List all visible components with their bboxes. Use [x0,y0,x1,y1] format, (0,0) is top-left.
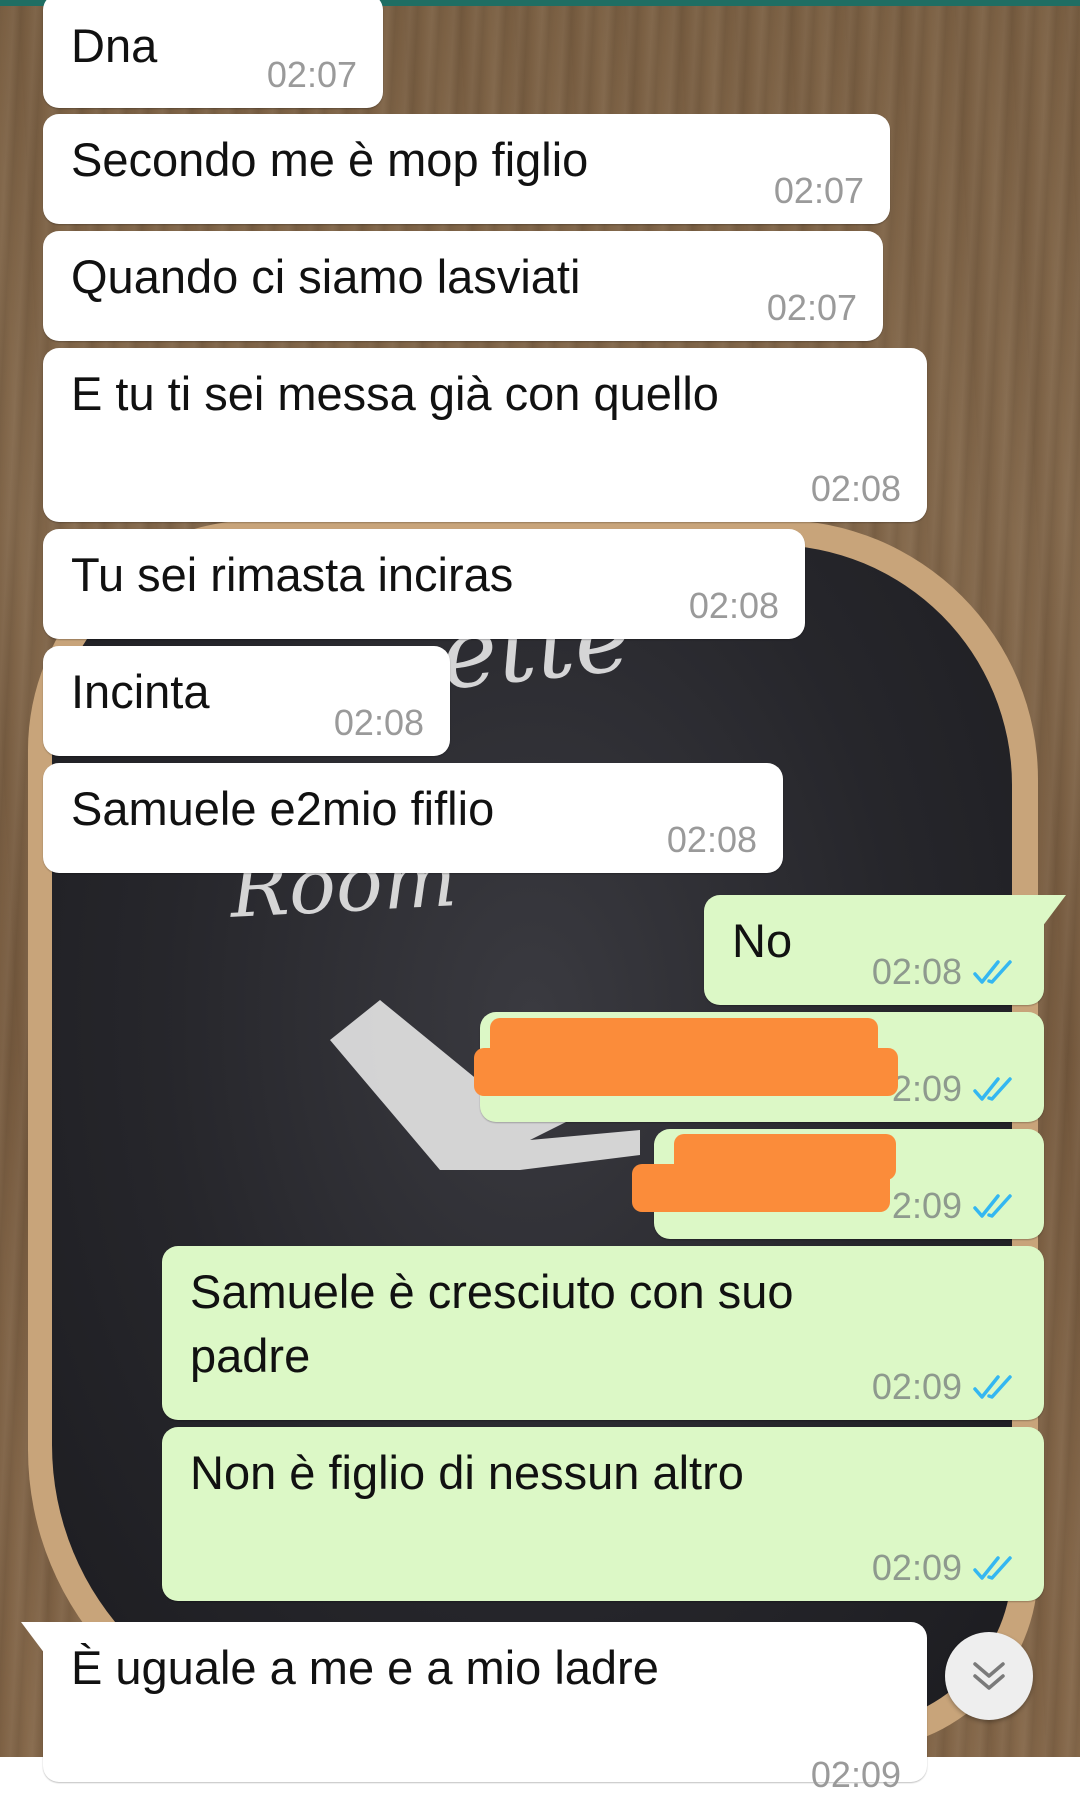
double-check-icon [973,1194,1012,1218]
message-time: 02:08 [666,819,757,860]
outgoing-message[interactable]: Non è figlio di nessun altro 02:09 [162,1427,1044,1601]
message-text: E tu ti sei messa già con quello [71,367,719,420]
incoming-message[interactable]: Secondo me è mop figlio 02:07 [43,114,890,224]
message-meta: 02:08 [334,702,424,744]
message-text: Secondo me è mop figlio [71,133,589,186]
bubble-tail [21,1622,45,1654]
message-time: 02:07 [773,170,864,211]
bubble-tail [1042,895,1066,927]
message-text: Dna [71,19,158,72]
message-meta: 02:08 [689,585,779,627]
message-meta: 02:08 [667,819,757,861]
double-check-icon [973,960,1012,984]
outgoing-message[interactable]: Samuele è cresciuto con suo padre 02:09 [162,1246,1044,1420]
message-meta: 02:07 [774,170,864,212]
incoming-message[interactable]: E tu ti sei messa già con quello 02:08 [43,348,927,522]
scroll-to-bottom-button[interactable] [945,1632,1033,1720]
incoming-message[interactable]: Dna 02:07 [43,0,383,108]
message-text-line1: Samuele è cresciuto con suo [190,1265,794,1318]
message-time: 02:07 [766,287,857,328]
message-meta: 02:07 [267,54,357,96]
message-time: 2:09 [891,1068,962,1109]
incoming-message[interactable]: Tu sei rimasta inciras 02:08 [43,529,805,639]
message-text: Tu sei rimasta inciras [71,548,514,601]
message-meta: 02:09 [811,1754,901,1796]
outgoing-message[interactable]: No 02:08 [704,895,1066,1005]
message-text: Samuele e2mio fiflio [71,782,495,835]
message-time: 02:08 [810,468,901,509]
message-meta: 2:09 [892,1068,1018,1110]
message-meta: 02:08 [872,951,1018,993]
incoming-message[interactable]: Incinta 02:08 [43,646,450,756]
message-text: Non è figlio di nessun altro [190,1446,744,1499]
redaction-block [632,1164,890,1212]
message-text: Incinta [71,665,210,718]
message-time: 02:09 [871,1366,962,1407]
message-meta: 02:09 [872,1366,1018,1408]
message-time: 02:08 [871,951,962,992]
message-time: 02:08 [333,702,424,743]
redaction-block [474,1048,898,1096]
incoming-message[interactable]: Quando ci siamo lasviati 02:07 [43,231,883,341]
message-text-line2: padre [190,1329,311,1382]
message-text: No [732,914,793,967]
double-check-icon [973,1077,1012,1101]
message-meta: 02:08 [811,468,901,510]
message-meta: 2:09 [892,1185,1018,1227]
incoming-message[interactable]: È uguale a me e a mio ladre 02:09 [21,1622,927,1795]
message-time: 02:07 [266,54,357,95]
message-time: 2:09 [891,1185,962,1226]
message-meta: 02:09 [872,1547,1018,1589]
double-check-icon [973,1556,1012,1580]
message-meta: 02:07 [767,287,857,329]
incoming-message[interactable]: Samuele e2mio fiflio 02:08 [43,763,783,873]
message-time: 02:09 [810,1754,901,1795]
message-time: 02:09 [871,1547,962,1588]
message-text: È uguale a me e a mio ladre [71,1641,659,1694]
double-check-icon [973,1375,1012,1399]
message-text: Quando ci siamo lasviati [71,250,581,303]
message-time: 02:08 [688,585,779,626]
double-chevron-down-icon [973,1662,1005,1690]
